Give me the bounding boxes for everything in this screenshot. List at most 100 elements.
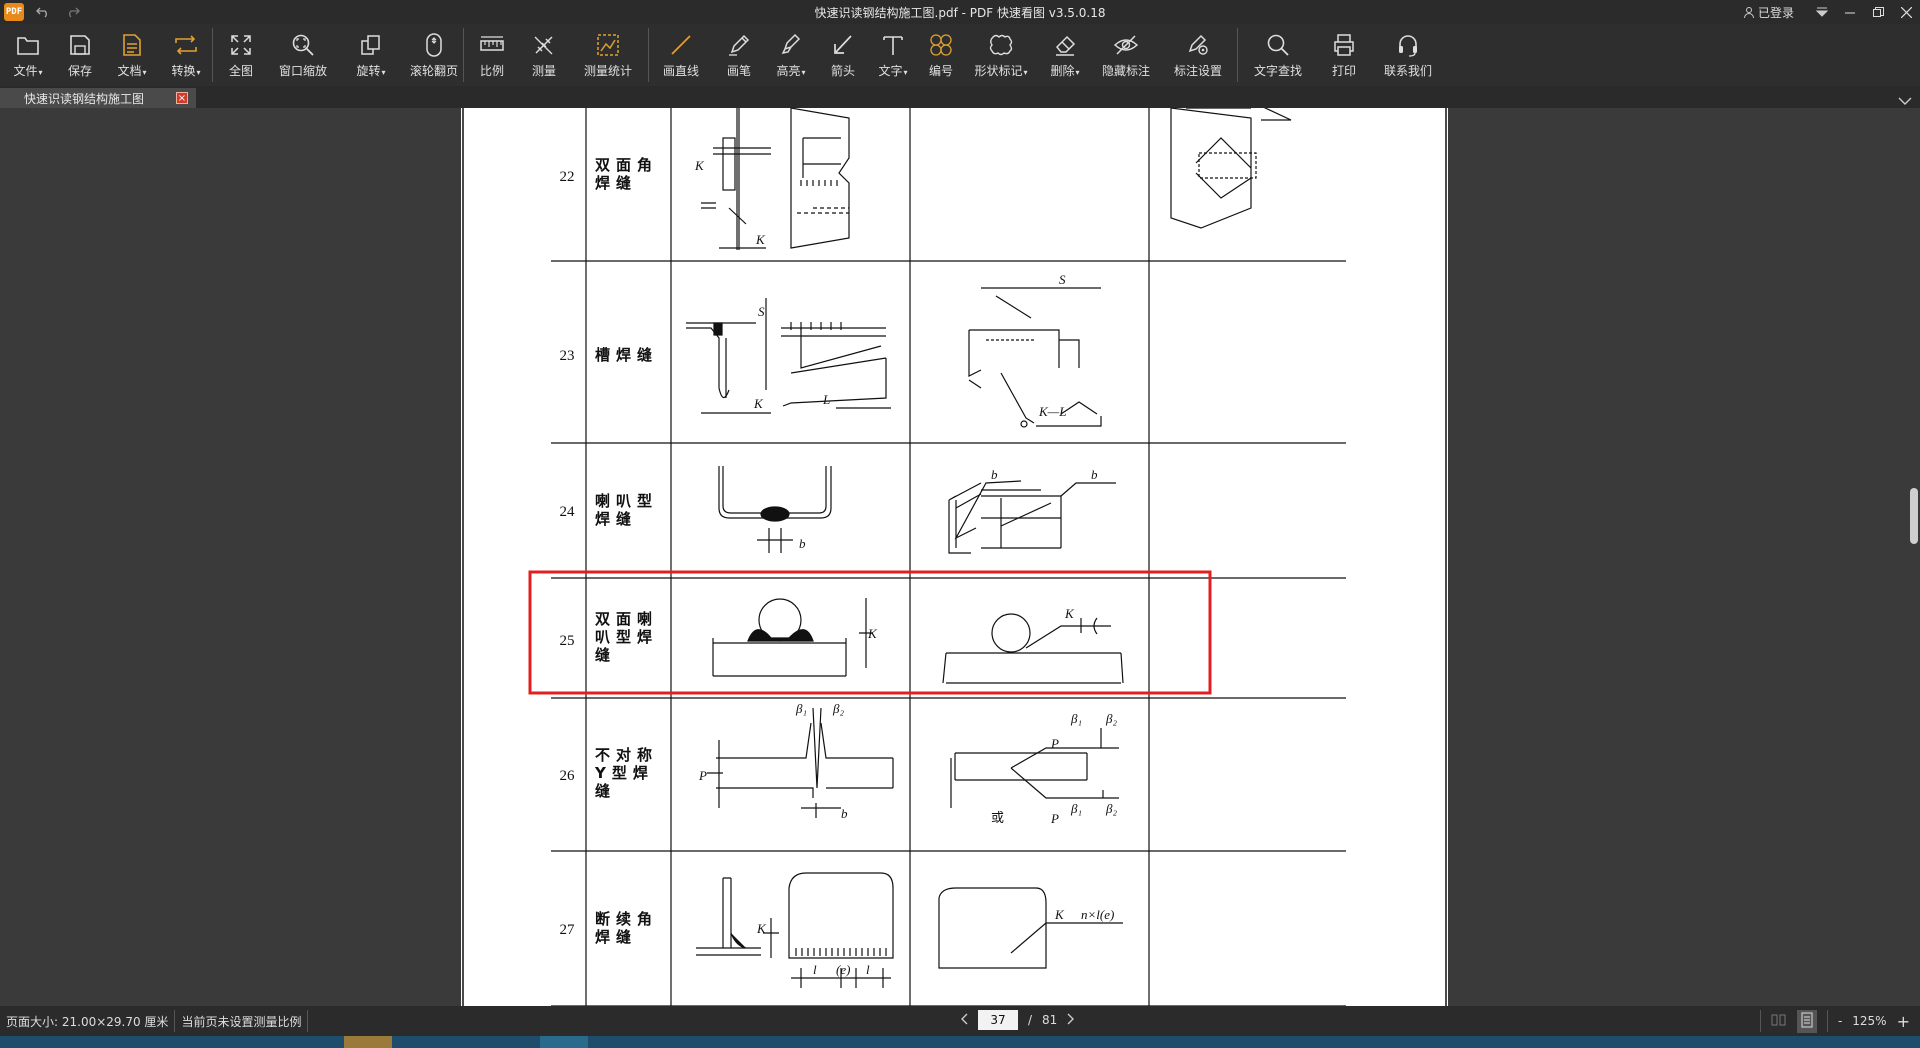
doc-label: 文档 [117, 64, 142, 78]
pen-icon [724, 30, 754, 60]
app-logo[interactable]: PDF [4, 3, 24, 21]
dim-label: β₁ [795, 701, 807, 716]
single-page-view-icon[interactable] [1771, 1013, 1787, 1030]
zoom-controls: - 125% + [1759, 1006, 1920, 1036]
scrollbar-thumb[interactable] [1910, 488, 1918, 544]
dim-label: K [755, 232, 766, 247]
restore-icon[interactable] [1864, 0, 1892, 24]
printer-icon [1329, 30, 1359, 60]
scale-button[interactable]: 比例 [464, 24, 520, 86]
measure-label: 测量 [531, 64, 556, 78]
dim-label: l [813, 962, 817, 977]
folder-icon [13, 30, 43, 60]
window-zoom-button[interactable]: 窗口缩放 [269, 24, 337, 86]
line-icon [666, 30, 696, 60]
text-label: 文字 [878, 64, 903, 78]
zoom-level[interactable]: 125% [1852, 1014, 1886, 1028]
shape-mark-label: 形状标记 [974, 64, 1023, 78]
scale-note-text: 当前页未设置测量比例 [181, 1014, 302, 1029]
text-button[interactable]: 文字▾ [869, 24, 917, 86]
pen-button[interactable]: 画笔 [713, 24, 765, 86]
save-icon [65, 30, 95, 60]
settings-pen-icon [1183, 30, 1213, 60]
dim-label: n×l(e) [1081, 907, 1114, 922]
mark-settings-button[interactable]: 标注设置 [1159, 24, 1237, 86]
document-icon [117, 30, 147, 60]
vertical-scrollbar[interactable] [1906, 108, 1920, 1006]
user-icon [1743, 6, 1754, 18]
page-size-text: 页面大小: 21.00×29.70 厘米 [6, 1014, 169, 1029]
scroll-page-label: 滚轮翻页 [409, 64, 458, 78]
hide-marks-button[interactable]: 隐藏标注 [1093, 24, 1159, 86]
pdf-page[interactable]: 22 23 24 25 26 27 双面角焊缝 槽焊缝 喇叭型焊缝 双面喇叭型焊… [461, 108, 1448, 1006]
continuous-view-icon[interactable] [1796, 1009, 1817, 1033]
highlight-button[interactable]: 高亮▾ [765, 24, 817, 86]
save-button[interactable]: 保存 [56, 24, 104, 86]
measure-icon [529, 30, 559, 60]
rotate-button[interactable]: 旋转▾ [337, 24, 405, 86]
measure-stats-button[interactable]: 测量统计 [568, 24, 648, 86]
contact-button[interactable]: 联系我们 [1370, 24, 1446, 86]
close-window-icon[interactable] [1892, 0, 1920, 24]
file-button[interactable]: 文件▾ [0, 24, 56, 86]
text-search-label: 文字查找 [1253, 64, 1302, 78]
convert-label: 转换 [171, 64, 196, 78]
highlight-label: 高亮 [776, 64, 801, 78]
stats-icon [593, 30, 623, 60]
rotate-icon [356, 30, 386, 60]
dim-label: b [841, 806, 848, 821]
login-status[interactable]: 已登录 [1743, 4, 1794, 21]
os-taskbar [0, 1036, 1920, 1048]
eraser-icon [1050, 30, 1080, 60]
window-title: 快速识读钢结构施工图.pdf - PDF 快速看图 v3.5.0.18 [814, 6, 1106, 20]
title-bar: PDF 快速识读钢结构施工图.pdf - PDF 快速看图 v3.5.0.18 … [0, 0, 1920, 24]
scroll-page-button[interactable]: 滚轮翻页 [405, 24, 463, 86]
measure-stats-label: 测量统计 [583, 64, 632, 78]
dim-label: β₂ [1105, 801, 1117, 816]
document-viewer[interactable]: 22 23 24 25 26 27 双面角焊缝 槽焊缝 喇叭型焊缝 双面喇叭型焊… [0, 108, 1920, 1006]
row-name: 槽焊缝 [595, 346, 658, 364]
dim-label: L [822, 392, 830, 407]
row-name: 双面角焊缝 [595, 156, 658, 192]
redo-icon[interactable] [62, 2, 84, 22]
convert-button[interactable]: 转换▾ [160, 24, 212, 86]
main-toolbar: 文件▾ 保存 文档▾ 转换▾ 全图 窗口缩放 旋转▾ 滚轮翻页 比例 测量 测量… [0, 24, 1920, 86]
fit-all-button[interactable]: 全图 [213, 24, 269, 86]
convert-icon [171, 30, 201, 60]
dim-label: K [1064, 606, 1075, 621]
tab-close-icon[interactable]: × [176, 92, 188, 104]
highlighter-icon [776, 30, 806, 60]
delete-label: 删除 [1050, 64, 1075, 78]
dim-label: b [1091, 467, 1098, 482]
next-page-icon[interactable] [1067, 1013, 1075, 1028]
number-icon [926, 30, 956, 60]
or-label: 或 [991, 811, 1004, 826]
taskbar-item[interactable] [540, 1036, 588, 1048]
doc-button[interactable]: 文档▾ [104, 24, 160, 86]
arrow-button[interactable]: 箭头 [817, 24, 869, 86]
headset-icon [1393, 30, 1423, 60]
measure-button[interactable]: 测量 [520, 24, 568, 86]
dim-label: S [1059, 272, 1066, 287]
number-button[interactable]: 编号 [917, 24, 965, 86]
shape-mark-button[interactable]: 形状标记▾ [965, 24, 1037, 86]
line-button[interactable]: 画直线 [649, 24, 713, 86]
tab-document[interactable]: 快速识读钢结构施工图 × [0, 88, 196, 108]
row-number: 23 [560, 348, 575, 364]
number-label: 编号 [928, 64, 953, 78]
delete-button[interactable]: 删除▾ [1037, 24, 1093, 86]
menu-dropdown-icon[interactable] [1808, 0, 1836, 24]
undo-icon[interactable] [32, 2, 54, 22]
zoom-icon [288, 30, 318, 60]
text-search-button[interactable]: 文字查找 [1238, 24, 1318, 86]
print-button[interactable]: 打印 [1318, 24, 1370, 86]
dim-label: K [753, 396, 764, 411]
zoom-out-button[interactable]: - [1838, 1014, 1842, 1028]
minimize-icon[interactable] [1836, 0, 1864, 24]
page-number-input[interactable] [978, 1010, 1018, 1030]
prev-page-icon[interactable] [960, 1013, 968, 1028]
zoom-in-button[interactable]: + [1897, 1012, 1910, 1031]
dim-label: K [867, 626, 878, 641]
taskbar-item[interactable] [344, 1036, 392, 1048]
mark-settings-label: 标注设置 [1173, 64, 1222, 78]
